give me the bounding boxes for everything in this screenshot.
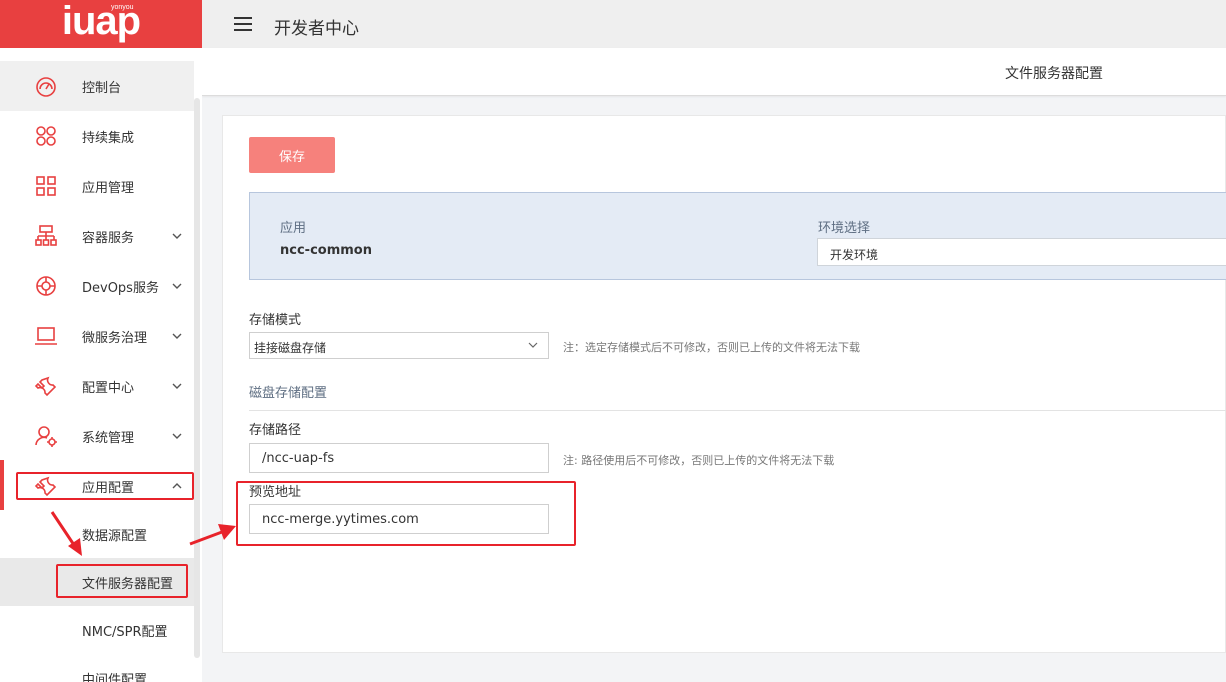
annotation-box-preview-address [236,481,576,546]
logo-subtext: yonyou [111,4,134,11]
storage-mode-hint: 注：选定存储模式后不可修改，否则已上传的文件将无法下载 [563,341,860,354]
section-divider [249,410,1226,411]
chevron-down-icon [172,333,182,339]
top-bar: 开发者中心 [202,0,1226,48]
storage-mode-value: 挂接磁盘存储 [254,341,327,355]
chevron-down-icon [172,383,182,389]
config-panel: 保存 应用 ncc-common 环境选择 开发环境 存储模式 挂接磁盘存储 注… [222,115,1226,653]
cluster-icon [34,124,58,148]
storage-path-input[interactable]: /ncc-uap-fs [249,443,549,473]
chevron-down-icon [172,233,182,239]
sidebar-item-ci[interactable]: 持续集成 [0,111,194,161]
app-info-box: 应用 ncc-common 环境选择 开发环境 [249,192,1226,280]
grid-icon [34,174,58,198]
sidebar-item-microservice[interactable]: 微服务治理 [0,311,194,361]
save-button[interactable]: 保存 [249,137,335,173]
sidebar-item-label: 系统管理 [82,430,135,446]
page-header: 文件服务器配置 [202,48,1226,96]
sidebar-item-label: 应用管理 [82,180,135,196]
sidebar-item-container-service[interactable]: 容器服务 [0,211,194,261]
hierarchy-icon [34,224,58,248]
wrench-icon [34,374,58,398]
disk-section-title: 磁盘存储配置 [249,386,328,401]
annotation-arrow-down [50,511,82,556]
hamburger-menu-icon[interactable] [234,16,252,32]
sidebar-item-label: DevOps服务 [82,280,159,296]
storage-mode-label: 存储模式 [249,313,302,328]
sidebar-item-label: 持续集成 [82,130,135,146]
laptop-icon [34,324,58,348]
sidebar-item-label: 控制台 [82,80,122,96]
storage-mode-select[interactable]: 挂接磁盘存储 [249,332,549,359]
sidebar-item-console[interactable]: 控制台 [0,61,194,111]
sidebar-item-label: 容器服务 [82,230,135,246]
app-label: 应用 [280,221,307,236]
page-title: 文件服务器配置 [1005,66,1103,82]
chevron-down-icon [172,433,182,439]
annotation-box-file-server [56,564,188,598]
lifebuoy-icon [34,274,58,298]
storage-path-label: 存储路径 [249,423,302,438]
brand-logo: iuap yonyou [0,0,202,48]
env-select[interactable]: 开发环境 [817,238,1226,266]
sidebar-item-label: 配置中心 [82,380,135,396]
chevron-down-icon [528,342,538,348]
annotation-box-app-config [16,472,194,500]
dashboard-icon [34,74,58,98]
sidebar-item-system-management[interactable]: 系统管理 [0,411,194,461]
app-title: 开发者中心 [274,19,359,39]
storage-path-hint: 注: 路径使用后不可修改，否则已上传的文件将无法下载 [563,454,835,467]
sidebar-subitem-datasource[interactable]: 数据源配置 [0,510,194,558]
annotation-arrow-right [189,524,236,546]
sidebar-item-label: 微服务治理 [82,330,148,346]
user-gear-icon [34,424,58,448]
sidebar-item-app-management[interactable]: 应用管理 [0,161,194,211]
sidebar-subitem-nmc-spr[interactable]: NMC/SPR配置 [0,606,194,654]
env-label: 环境选择 [818,221,871,236]
sidebar-item-config-center[interactable]: 配置中心 [0,361,194,411]
sidebar-subitem-middleware[interactable]: 中间件配置 [0,654,194,682]
app-value: ncc-common [280,243,372,258]
sidebar-subitem-label: 数据源配置 [82,528,148,544]
sidebar-item-devops[interactable]: DevOps服务 [0,261,194,311]
sidebar-subitem-label: NMC/SPR配置 [82,624,168,640]
sidebar-scrollbar[interactable] [194,98,200,658]
chevron-down-icon [172,283,182,289]
sidebar-subitem-label: 中间件配置 [82,672,148,682]
